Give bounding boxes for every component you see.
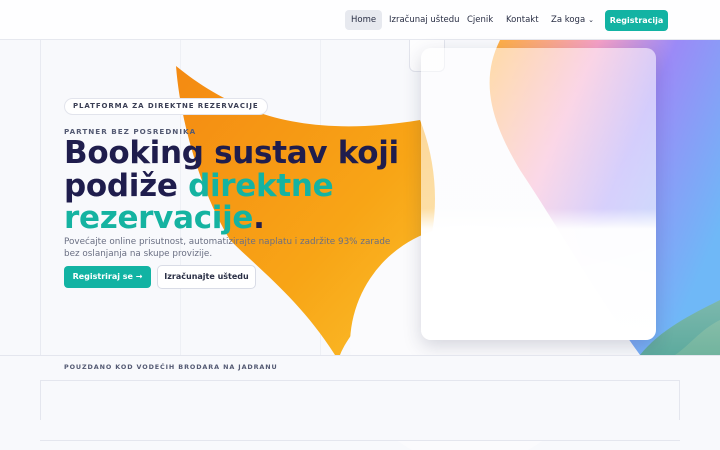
page: Home Izračunaj uštedu Cjenik Kontakt Za … [0,0,720,450]
registracija-button[interactable]: Registracija [605,10,668,31]
divider [40,440,680,441]
hero-headline: Booking sustav koji podiže direktne reze… [64,137,424,235]
trusted-band-title: POUZDANO KOD VODEĆIH BRODARA NA JADRANU [64,363,278,371]
nav-item-za-koga[interactable]: Za koga ⌄ [545,10,600,30]
nav-item-izracunaj-ustedu[interactable]: Izračunaj uštedu [383,10,466,30]
chevron-down-icon: ⌄ [588,16,595,24]
headline-period: . [253,200,265,236]
hero-pill-badge: PLATFORMA ZA DIREKTNE REZERVACIJE [64,98,268,115]
top-navigation: Home Izračunaj uštedu Cjenik Kontakt Za … [0,0,720,40]
registriraj-se-button[interactable]: Registriraj se → [64,266,151,288]
hero-subtitle: Povećajte online prisutnost, automatizir… [64,237,391,259]
hero-preview-card [421,48,656,340]
partner-logo-strip [40,380,680,420]
nav-item-home[interactable]: Home [345,10,383,30]
nav-item-kontakt[interactable]: Kontakt [500,10,545,30]
nav-item-za-koga-label: Za koga [551,15,586,25]
nav-item-cjenik[interactable]: Cjenik [461,10,499,30]
izracunajte-ustedu-button[interactable]: Izračunajte uštedu [157,265,256,289]
